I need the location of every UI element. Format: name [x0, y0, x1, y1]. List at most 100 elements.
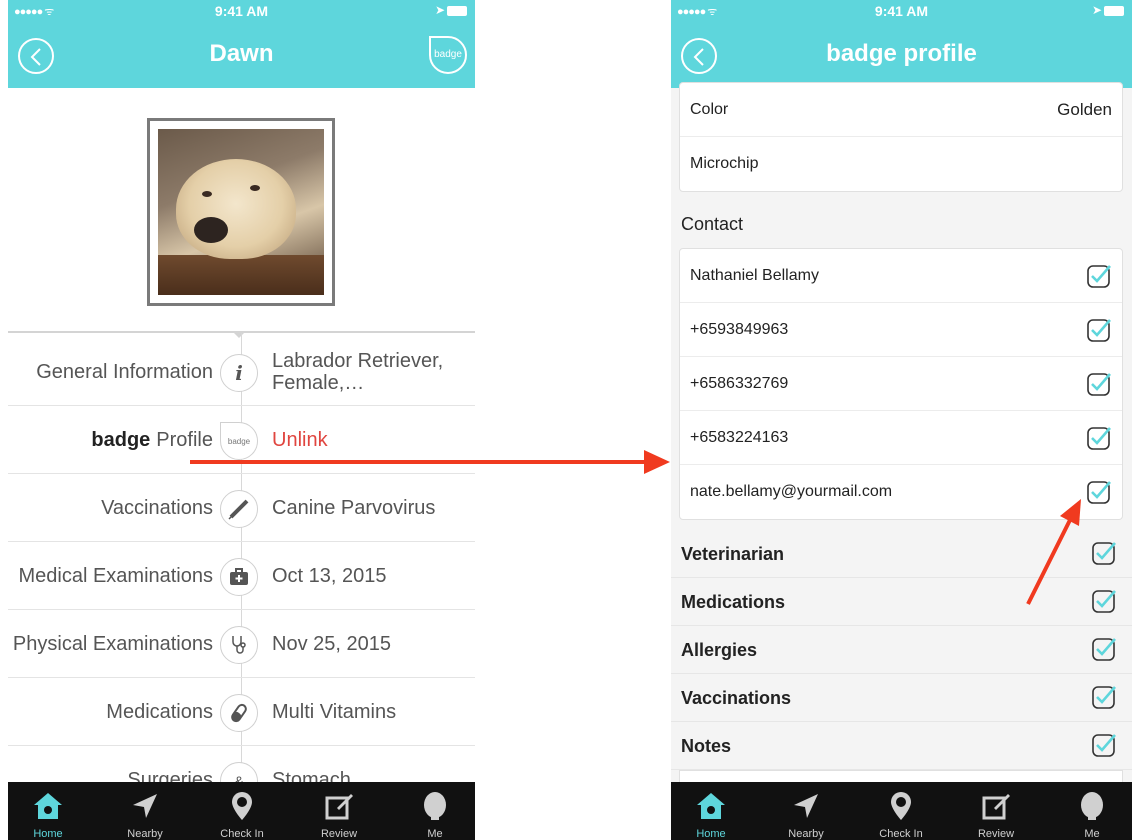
tab-label: Nearby [788, 828, 824, 840]
row-vaccinations[interactable]: Vaccinations Canine Parvovirus [8, 474, 475, 542]
tab-me[interactable]: Me [1052, 782, 1132, 840]
row-label: badge Profile [91, 406, 213, 474]
pill-icon [220, 694, 258, 732]
unlink-link[interactable]: Unlink [272, 406, 467, 474]
section-label: Medications [681, 592, 786, 612]
detail-row-microchip[interactable]: Microchip [680, 137, 1122, 191]
row-value: Oct 13, 2015 [272, 565, 387, 587]
tab-home[interactable]: Home [8, 782, 88, 840]
battery-icon [447, 6, 467, 16]
tab-label: Me [1084, 828, 1100, 840]
tab-me[interactable]: Me [395, 782, 475, 840]
row-label: Medical Examinations [18, 564, 213, 587]
row-label: Medications [106, 700, 213, 723]
info-icon: i [220, 354, 258, 392]
profile-text: Profile [156, 428, 213, 451]
row-general-information[interactable]: General Information i Labrador Retriever… [8, 338, 475, 406]
row-value: Canine Parvovirus [272, 497, 436, 519]
row-label: Physical Examinations [12, 632, 213, 655]
contact-value: +6586332769 [690, 374, 789, 392]
checkbox-checked-icon[interactable] [1091, 636, 1117, 662]
checkbox-checked-icon[interactable] [1086, 317, 1112, 343]
page-title: Dawn [209, 40, 274, 67]
status-bar: ●●●●● ᯤ 9:41 AM ➤ [671, 0, 1132, 22]
contact-row[interactable]: +6583224163 [680, 411, 1122, 465]
divider-notch [232, 331, 246, 338]
paw-pin-icon [891, 792, 911, 820]
status-bar: ●●●●● ᯤ 9:41 AM ➤ [8, 0, 475, 22]
tab-label: Review [320, 828, 358, 840]
row-medical-examinations[interactable]: Medical Examinations Oct 13, 2015 [8, 542, 475, 610]
detail-label: Microchip [690, 155, 759, 172]
home-icon [697, 793, 725, 819]
location-arrow-icon [133, 794, 157, 818]
stethoscope-icon [220, 626, 258, 664]
paw-pin-icon [232, 792, 252, 820]
nav-bar: Dawn badge [8, 22, 475, 88]
checkbox-checked-icon[interactable] [1091, 588, 1117, 614]
section-label: Veterinarian [681, 544, 785, 564]
row-value: Labrador Retriever, Female,… [272, 350, 444, 394]
location-arrow-icon [794, 794, 818, 818]
section-row-veterinarian[interactable]: Veterinarian [671, 530, 1132, 578]
section-label: Allergies [681, 640, 758, 660]
nav-bar: badge profile [671, 22, 1132, 88]
section-row-notes[interactable]: Notes [671, 722, 1132, 770]
contact-row[interactable]: nate.bellamy@yourmail.com [680, 465, 1122, 519]
section-row-allergies[interactable]: Allergies [671, 626, 1132, 674]
row-badge-profile[interactable]: badge Profile badge Unlink [8, 406, 475, 474]
contact-row[interactable]: +6593849963 [680, 303, 1122, 357]
section-row-vaccinations[interactable]: Vaccinations [671, 674, 1132, 722]
location-icon: ➤ [434, 3, 445, 17]
tab-home[interactable]: Home [671, 782, 751, 840]
badge-button[interactable]: badge [429, 36, 467, 74]
home-icon [34, 793, 62, 819]
detail-row-color[interactable]: Color Golden [680, 83, 1122, 137]
section-label: Vaccinations [681, 688, 792, 708]
pet-photo-frame[interactable] [147, 118, 335, 306]
section-row-medications[interactable]: Medications [671, 578, 1132, 626]
tab-check-in[interactable]: Check In [202, 782, 282, 840]
contact-value: nate.bellamy@yourmail.com [690, 483, 893, 500]
checkbox-checked-icon[interactable] [1086, 425, 1112, 451]
tab-nearby[interactable]: Nearby [105, 782, 185, 840]
status-time: 9:41 AM [214, 3, 269, 19]
contact-row[interactable]: Nathaniel Bellamy [680, 249, 1122, 303]
tab-label: Home [696, 828, 726, 840]
checkbox-checked-icon[interactable] [1086, 371, 1112, 397]
checkbox-checked-icon[interactable] [1091, 732, 1117, 758]
tab-check-in[interactable]: Check In [861, 782, 941, 840]
row-physical-examinations[interactable]: Physical Examinations Nov 25, 2015 [8, 610, 475, 678]
contact-row[interactable]: +6586332769 [680, 357, 1122, 411]
checkbox-checked-icon[interactable] [1091, 540, 1117, 566]
tab-label: Check In [879, 828, 923, 840]
left-phone-screen: ●●●●● ᯤ 9:41 AM ➤ Dawn badge General Inf… [8, 0, 475, 840]
contact-section-title: Contact [681, 214, 744, 234]
person-icon [424, 792, 446, 820]
checkbox-checked-icon[interactable] [1086, 263, 1112, 289]
tab-review[interactable]: Review [299, 782, 379, 840]
tab-review[interactable]: Review [956, 782, 1036, 840]
checkbox-checked-icon[interactable] [1086, 479, 1112, 505]
row-value: Nov 25, 2015 [272, 633, 391, 655]
contact-value: +6593849963 [690, 320, 789, 338]
contact-value: Nathaniel Bellamy [690, 266, 819, 284]
edit-icon [982, 794, 1010, 820]
medkit-icon [220, 558, 258, 596]
row-label: General Information [36, 360, 213, 383]
location-icon: ➤ [1091, 3, 1102, 17]
detail-value: Golden [1057, 100, 1112, 119]
tab-label: Nearby [127, 828, 163, 840]
notes-card-edge [679, 770, 1123, 782]
tab-nearby[interactable]: Nearby [766, 782, 846, 840]
checkbox-checked-icon[interactable] [1091, 684, 1117, 710]
badge-icon: badge [220, 422, 258, 460]
tab-bar: Home Nearby Check In Review Me [8, 782, 475, 840]
tab-label: Check In [220, 828, 264, 840]
person-icon [1081, 792, 1103, 820]
row-medications[interactable]: Medications Multi Vitamins [8, 678, 475, 746]
row-value: Multi Vitamins [272, 701, 397, 723]
syringe-icon [220, 490, 258, 528]
details-card: Color Golden Microchip [679, 82, 1123, 192]
row-label: Vaccinations [101, 496, 213, 519]
